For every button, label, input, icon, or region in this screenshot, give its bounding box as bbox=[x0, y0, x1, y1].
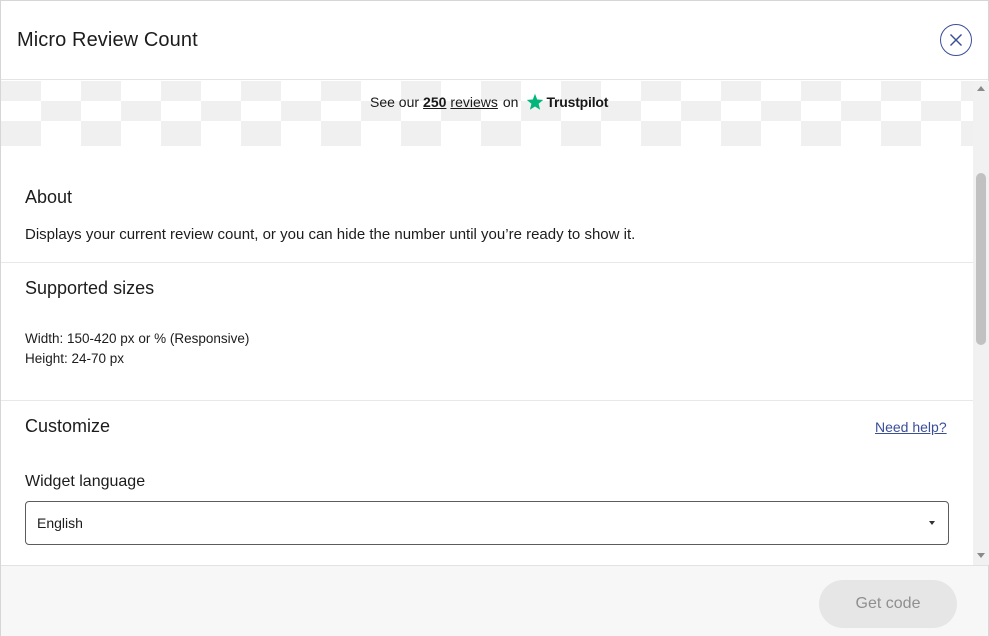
modal-footer: Get code bbox=[1, 565, 988, 636]
modal-content: See our 250 reviews on Trustpilot About … bbox=[1, 81, 973, 565]
widget-preview: See our 250 reviews on Trustpilot bbox=[1, 81, 973, 146]
supported-sizes-section: Supported sizes Width: 150-420 px or % (… bbox=[1, 263, 973, 401]
customize-heading: Customize bbox=[25, 416, 111, 436]
modal-title: Micro Review Count bbox=[17, 29, 198, 51]
modal-header: Micro Review Count bbox=[1, 1, 988, 80]
checker-background bbox=[1, 121, 973, 146]
about-section: About Displays your current review count… bbox=[1, 146, 973, 263]
widget-prefix: See our bbox=[370, 94, 420, 110]
widget-on-text: on bbox=[502, 94, 519, 110]
trustpilot-widget[interactable]: See our 250 reviews on Trustpilot bbox=[370, 93, 608, 111]
trustpilot-star-icon bbox=[527, 93, 544, 110]
close-button[interactable] bbox=[940, 24, 972, 56]
about-heading: About bbox=[25, 187, 73, 207]
customize-section: Customize Need help? Widget language Eng… bbox=[1, 401, 973, 565]
scroll-down-arrow-icon[interactable] bbox=[977, 553, 985, 558]
review-count[interactable]: 250 bbox=[423, 94, 446, 110]
scrollbar-thumb[interactable] bbox=[976, 173, 986, 345]
vertical-scrollbar[interactable] bbox=[973, 81, 989, 565]
need-help-link[interactable]: Need help? bbox=[875, 419, 947, 435]
chevron-down-icon bbox=[929, 521, 935, 525]
reviews-link[interactable]: reviews bbox=[450, 94, 497, 110]
selected-language: English bbox=[37, 515, 83, 531]
width-spec: Width: 150-420 px or % (Responsive) bbox=[25, 331, 250, 346]
widget-language-label: Widget language bbox=[25, 473, 146, 490]
height-spec: Height: 24-70 px bbox=[25, 351, 125, 366]
sizes-heading: Supported sizes bbox=[25, 278, 155, 298]
trustpilot-logo-text: Trustpilot bbox=[546, 94, 609, 110]
get-code-button[interactable]: Get code bbox=[819, 580, 957, 628]
scroll-up-arrow-icon[interactable] bbox=[977, 86, 985, 91]
about-description: Displays your current review count, or y… bbox=[25, 226, 636, 243]
widget-language-select[interactable]: English bbox=[25, 501, 949, 545]
close-icon bbox=[950, 34, 962, 46]
widget-modal: Micro Review Count See our 250 reviews o… bbox=[0, 0, 989, 636]
